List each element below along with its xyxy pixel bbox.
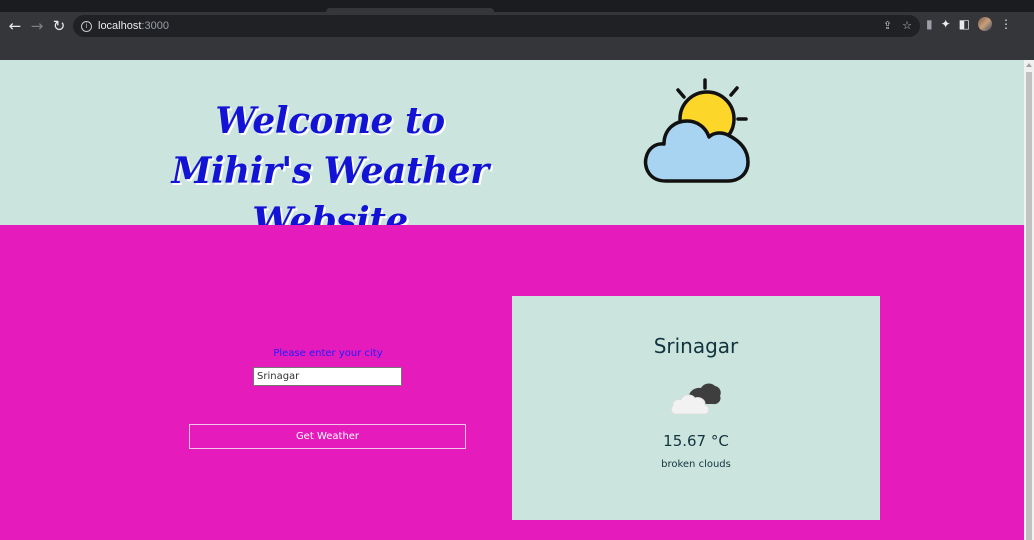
broken-clouds-icon xyxy=(670,383,721,415)
site-info-icon[interactable]: i xyxy=(81,20,92,32)
city-input-label: Please enter your city xyxy=(273,348,383,359)
scrollbar-thumb[interactable] xyxy=(1026,72,1032,540)
sun-cloud-icon xyxy=(643,78,750,183)
browser-tabstrip xyxy=(0,0,1034,12)
weather-description: broken clouds xyxy=(661,459,731,470)
city-input[interactable] xyxy=(253,367,402,386)
weather-temperature: 15.67 °C xyxy=(663,432,729,450)
share-icon[interactable]: ⇪ xyxy=(883,19,892,32)
main-section: Please enter your city Get Weather Srina… xyxy=(0,225,1024,540)
page-viewport: Welcome to Mihir's Weather Website Pleas… xyxy=(0,60,1024,540)
profile-avatar[interactable] xyxy=(978,17,993,31)
reload-icon[interactable]: ↻ xyxy=(48,15,70,37)
url-port: :3000 xyxy=(141,20,169,32)
menu-kebab-icon[interactable]: ⋮ xyxy=(1000,17,1012,31)
address-bar[interactable]: i localhost:3000 ⇪ ☆ xyxy=(73,15,920,37)
weather-card: Srinagar 15.67 °C broken clouds xyxy=(512,296,880,520)
extension-icon[interactable]: ▮ xyxy=(926,17,933,31)
site-header: Welcome to Mihir's Weather Website xyxy=(0,60,1024,242)
scroll-up-arrow-icon[interactable] xyxy=(1026,63,1032,67)
page-title: Welcome to Mihir's Weather Website xyxy=(171,100,489,242)
get-weather-button[interactable]: Get Weather xyxy=(189,424,466,449)
url-host: localhost xyxy=(98,20,142,32)
browser-toolbar: ← → ↻ i localhost:3000 ⇪ ☆ ▮ ✦ ◧ ⋮ xyxy=(0,12,1034,40)
side-panel-icon[interactable]: ◧ xyxy=(959,17,970,31)
bookmarks-bar xyxy=(0,40,1034,60)
page-scrollbar[interactable] xyxy=(1024,60,1034,540)
puzzle-extensions-icon[interactable]: ✦ xyxy=(941,17,951,31)
back-arrow-icon[interactable]: ← xyxy=(4,15,26,37)
bookmark-star-icon[interactable]: ☆ xyxy=(902,19,912,32)
weather-city: Srinagar xyxy=(653,334,739,358)
forward-arrow-icon[interactable]: → xyxy=(26,15,48,37)
